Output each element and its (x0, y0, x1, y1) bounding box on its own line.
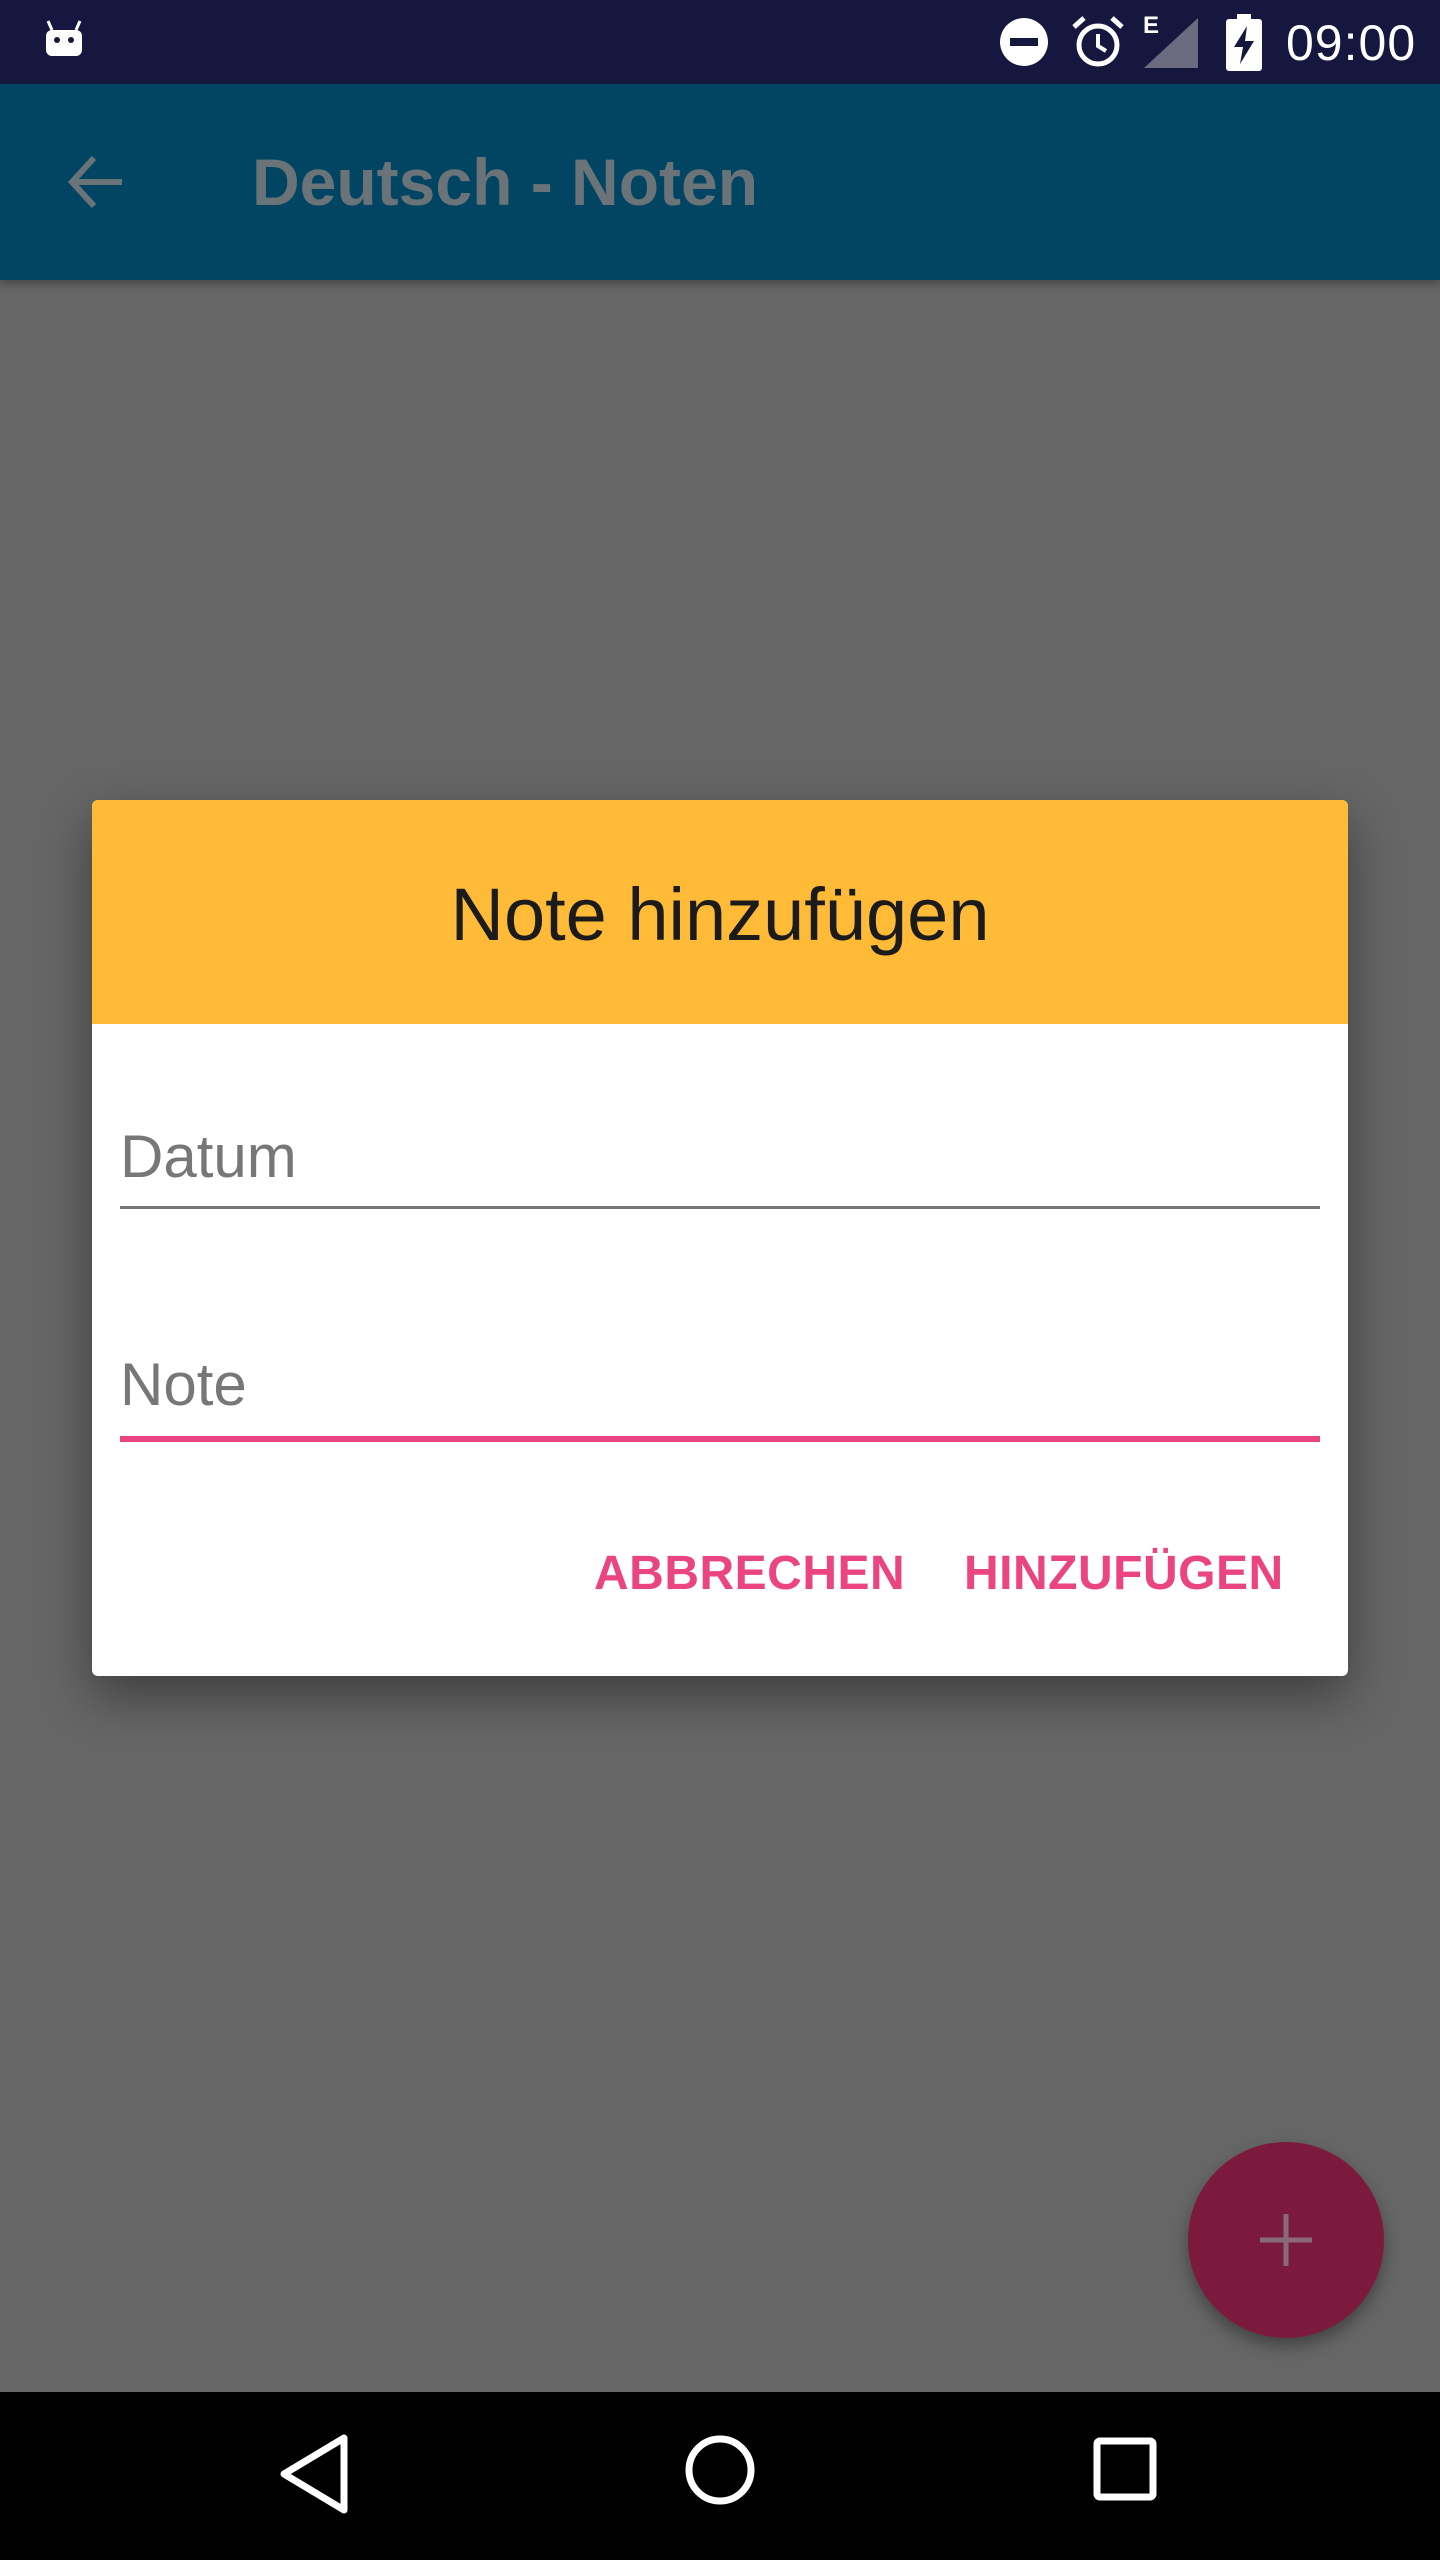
dialog-title: Note hinzufügen (450, 873, 990, 956)
grade-field-underline (120, 1436, 1320, 1442)
nav-back-icon[interactable] (278, 2432, 352, 2516)
android-icon (46, 20, 82, 56)
arrow-back-icon[interactable] (64, 150, 128, 214)
grade-field-hint: Note (120, 1351, 247, 1418)
nav-recents-icon[interactable] (1092, 2436, 1158, 2502)
navigation-bar (0, 2392, 1440, 2560)
grade-field[interactable]: Note (120, 1350, 1320, 1450)
cancel-button[interactable]: ABBRECHEN (594, 1546, 905, 1601)
nav-home-icon[interactable] (684, 2434, 756, 2506)
status-bar: E 09:00 (0, 0, 1440, 84)
plus-icon (1260, 2214, 1312, 2266)
date-field-hint: Datum (120, 1123, 297, 1190)
app-bar: Deutsch - Noten (0, 84, 1440, 280)
signal-icon (1144, 18, 1198, 68)
do-not-disturb-icon (1000, 18, 1048, 66)
add-button[interactable]: HINZUFÜGEN (964, 1546, 1284, 1601)
alarm-icon (1072, 16, 1124, 67)
page-title: Deutsch - Noten (252, 145, 759, 219)
add-grade-fab[interactable] (1188, 2142, 1384, 2338)
dialog-header: Note hinzufügen (92, 800, 1348, 1024)
clock: 09:00 (1286, 15, 1417, 71)
date-field[interactable]: Datum (120, 1122, 1320, 1212)
battery-charging-icon (1226, 14, 1262, 71)
date-field-underline (120, 1206, 1320, 1209)
add-grade-dialog: Note hinzufügen Datum Note ABBRECHEN HIN… (92, 800, 1348, 1676)
